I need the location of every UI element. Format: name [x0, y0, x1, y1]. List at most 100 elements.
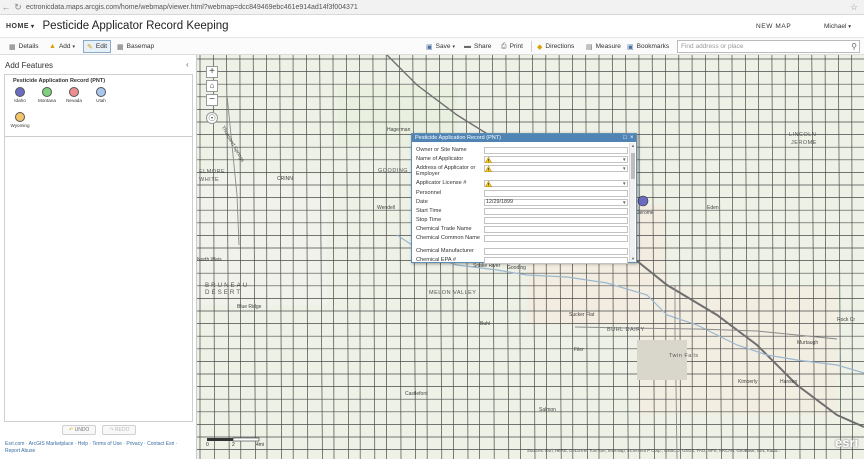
redo-button[interactable]: ↷ REDO [102, 425, 137, 435]
footer-links[interactable]: Esri.com · ArcGIS Marketplace · Help · T… [5, 441, 191, 455]
scrollbar-thumb[interactable] [631, 153, 635, 179]
field-label: Chemical Trade Name [416, 226, 472, 232]
refresh-icon[interactable]: ↻ [12, 2, 24, 13]
save-button[interactable]: ▣ Save ▾ [423, 40, 458, 53]
add-features-panel: Add Features ‹ Pesticide Application Rec… [0, 55, 197, 459]
dropdown-arrow-icon[interactable]: ▼ [622, 157, 627, 162]
field-input[interactable] [484, 257, 628, 264]
field-input[interactable] [484, 226, 628, 233]
share-button[interactable]: ▬ Share [461, 40, 494, 53]
add-button[interactable]: ▲ Add ▾ [46, 40, 78, 53]
place-blue-ridge: Blue Ridge [237, 304, 262, 310]
field-row: Owner or Site Name [416, 147, 628, 155]
dropdown-arrow-icon[interactable]: ▼ [622, 181, 627, 186]
locate-icon[interactable]: ☉ [206, 112, 218, 124]
user-menu[interactable]: Michael ▾ [824, 23, 851, 30]
zoom-out-button[interactable]: − [206, 94, 218, 106]
map-attribution: Sources: Esri, HERE, DeLorme, TomTom, In… [527, 448, 781, 453]
bookmarks-button[interactable]: ▣ Bookmarks [624, 40, 672, 53]
new-map-button[interactable]: NEW MAP [756, 23, 791, 30]
template-utah[interactable]: Utah [88, 87, 114, 103]
dropdown-arrow-icon[interactable]: ▼ [622, 166, 627, 171]
field-input[interactable]: ▼ [484, 156, 628, 163]
template-nevada[interactable]: Nevada [61, 87, 87, 103]
scroll-down-icon[interactable]: ▼ [630, 256, 636, 261]
details-button[interactable]: ▦ Details [6, 40, 42, 53]
place-elmore-county: ELMORE [199, 169, 226, 175]
required-warning-icon [485, 166, 492, 172]
field-row: Applicator License # ▼ [416, 180, 628, 188]
measure-button[interactable]: ▤ Measure [583, 40, 624, 53]
add-label: Add [58, 43, 71, 50]
dropdown-arrow-icon[interactable]: ▼ [622, 200, 627, 205]
address-bar[interactable]: ectronicdata.maps.arcgis.com/home/webmap… [26, 4, 358, 11]
field-row: Chemical Manufacturer [416, 248, 628, 256]
search-icon[interactable]: ⚲ [851, 41, 857, 52]
undo-redo-group: ↶ UNDO ↷ REDO [62, 425, 137, 435]
redo-icon: ↷ [109, 427, 114, 433]
scale-label-two: 2 [232, 442, 235, 448]
back-icon[interactable]: ← [0, 2, 12, 12]
place-jerome-county: JEROME [791, 140, 817, 146]
templates-divider [5, 136, 192, 137]
edit-label: Edit [95, 43, 108, 50]
basemap-grid-icon: ▦ [117, 43, 124, 51]
print-icon: ⎙ [501, 42, 507, 50]
field-input[interactable] [484, 217, 628, 224]
map-view[interactable]: + ⌂ − ☉ Hagerman GOODING Jerome North We… [197, 55, 864, 459]
field-row: Start Time [416, 208, 628, 216]
home-menu[interactable]: HOME ▾ [6, 23, 35, 30]
scroll-up-icon[interactable]: ▲ [630, 143, 636, 148]
field-input[interactable] [484, 208, 628, 215]
directions-button[interactable]: ◆ Directions [534, 40, 577, 53]
popup-scrollbar[interactable]: ▲ ▼ [629, 143, 635, 262]
place-bruneau-desert: BRUNEAU DESERT [205, 282, 250, 296]
field-row: Chemical Trade Name [416, 226, 628, 234]
user-name: Michael [824, 23, 847, 30]
home-extent-icon[interactable]: ⌂ [206, 80, 218, 92]
popup-header: Pesticide Application Record (PNT) □ × [412, 134, 636, 142]
browser-bar: ← ↻ ectronicdata.maps.arcgis.com/home/we… [0, 0, 864, 15]
place-sucker-flat: Sucker Flat [569, 312, 595, 318]
field-row: Chemical Common Name [416, 235, 628, 243]
print-label: Print [509, 43, 523, 50]
collapse-panel-icon[interactable]: ‹ [186, 60, 189, 69]
share-icon: ▬ [464, 43, 471, 50]
edit-button[interactable]: ✎ Edit [83, 40, 112, 53]
save-label: Save [435, 43, 451, 50]
search-input[interactable]: Find address or place ⚲ [677, 40, 860, 53]
template-montana[interactable]: Montana [34, 87, 60, 103]
bookmark-icon: ▣ [627, 43, 634, 51]
field-input[interactable]: ▼ [484, 165, 628, 172]
field-label: Address of Applicator or Employer [416, 165, 476, 177]
montana-symbol-icon [42, 87, 52, 97]
save-icon: ▣ [426, 43, 433, 51]
field-label: Chemical EPA # [416, 257, 457, 263]
details-label: Details [18, 43, 39, 50]
field-label: Date [416, 199, 428, 205]
template-idaho[interactable]: Idaho [7, 87, 33, 103]
field-input[interactable] [484, 147, 628, 154]
field-input[interactable] [484, 235, 628, 242]
place-buhl-dairy: BUHL DAIRY [607, 327, 645, 333]
scale-label-four: 4mi [256, 442, 265, 448]
chevron-down-icon: ▾ [72, 43, 76, 50]
basemap-button[interactable]: ▦ Basemap [114, 40, 157, 53]
zoom-in-button[interactable]: + [206, 66, 218, 78]
print-button[interactable]: ⎙ Print [498, 40, 526, 53]
template-wyoming[interactable]: Wyoming [7, 112, 33, 128]
bookmark-star-icon[interactable]: ☆ [850, 2, 858, 13]
pencil-icon: ✎ [87, 43, 93, 51]
redo-label: REDO [114, 427, 130, 433]
chevron-down-icon: ▾ [848, 24, 851, 30]
scale-bar [207, 437, 260, 442]
esri-logo: esri [835, 435, 859, 450]
chevron-down-icon: ▾ [452, 43, 455, 50]
maximize-icon[interactable]: □ [623, 134, 627, 142]
field-input[interactable] [484, 190, 628, 197]
undo-button[interactable]: ↶ UNDO [62, 425, 97, 435]
field-input[interactable] [484, 248, 628, 255]
field-input[interactable]: 12/29/1899 ▼ [484, 199, 628, 206]
close-icon[interactable]: × [630, 134, 634, 142]
field-input[interactable]: ▼ [484, 180, 628, 187]
